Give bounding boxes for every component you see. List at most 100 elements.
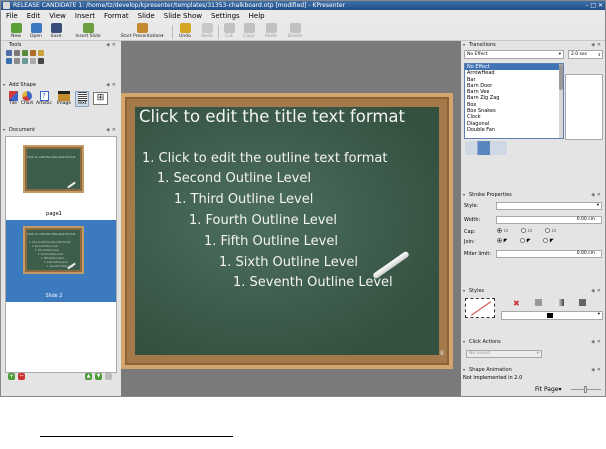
outline-level-7[interactable]: 1. Seventh Outline Level (233, 275, 393, 290)
collapse-icon[interactable]: ▾ (463, 191, 465, 199)
add-shape-docker-header[interactable]: ▾ Add Shape ◈ ✕ (3, 81, 118, 89)
shape-text[interactable]: Text (75, 91, 89, 107)
redo-button[interactable]: Redo (198, 23, 216, 39)
shape-animation-header[interactable]: ▾ Shape Animation ◈ ✕ (463, 366, 603, 374)
line-tool-icon[interactable] (14, 50, 20, 56)
stroke-style-select[interactable]: ▾ (496, 202, 602, 210)
collapse-icon[interactable]: ▾ (463, 338, 465, 346)
zoom-tool-icon[interactable] (22, 58, 28, 64)
window-controls[interactable]: – □ ✕ (585, 1, 603, 10)
tools-docker-header[interactable]: Tools ◈ ✕ (3, 41, 118, 49)
slide-canvas[interactable]: Click to edit the title text format 1. C… (121, 93, 453, 369)
solid-fill-icon[interactable] (535, 299, 542, 306)
shape-artistic[interactable]: ? Artistic (35, 91, 53, 106)
shape-tool-icon[interactable] (22, 50, 28, 56)
close-button[interactable]: ✕ (598, 2, 603, 9)
join-bevel-radio[interactable] (543, 238, 549, 243)
outline-level-6[interactable]: 1. Sixth Outline Level (219, 255, 358, 270)
collapse-icon[interactable]: ▾ (463, 287, 465, 295)
menu-edit[interactable]: Edit (22, 10, 45, 22)
save-button[interactable]: Save (47, 23, 65, 39)
transitions-docker-header[interactable]: ▾ Transitions ◈ ✕ (463, 41, 603, 49)
docker-close-icon[interactable]: ◈ ✕ (591, 338, 601, 346)
slide-thumbnail-1[interactable]: Click to edit the title text format page… (6, 137, 116, 220)
click-actions-header[interactable]: ▾ Click Actions ◈ ✕ (463, 338, 603, 346)
pattern-fill-icon[interactable] (579, 299, 586, 306)
menu-view[interactable]: View (44, 10, 70, 22)
spin-arrows-icon[interactable]: ⇕ (598, 51, 601, 59)
slide-canvas-area[interactable]: Click to edit the title text format 1. C… (121, 41, 461, 396)
docker-close-icon[interactable]: ◈ ✕ (106, 41, 116, 49)
sound-select[interactable]: No sound ▾ (466, 350, 542, 358)
zoom-slider-handle[interactable] (584, 386, 587, 393)
outline-level-3[interactable]: 1. Third Outline Level (174, 192, 313, 207)
pattern-tool-icon[interactable] (14, 58, 20, 64)
join-round-radio[interactable] (520, 238, 526, 243)
shape-image[interactable]: Image (55, 91, 73, 106)
stroke-fill-preview[interactable] (465, 298, 495, 318)
effect-option[interactable]: Double Fan (465, 127, 563, 133)
open-button[interactable]: Open (27, 23, 45, 39)
collapse-icon[interactable]: ▾ (3, 126, 5, 134)
outline-level-1[interactable]: 1. Click to edit the outline text format (142, 151, 387, 166)
insert-slide-button[interactable]: Insert Slide (71, 23, 105, 39)
copy-button[interactable]: Copy (240, 23, 258, 39)
styles-docker-header[interactable]: ▾ Styles ◈ ✕ (463, 287, 603, 295)
cut-button[interactable]: Cut (221, 23, 237, 39)
view-mode-icon[interactable] (105, 373, 112, 380)
maximize-button[interactable]: □ (590, 2, 596, 9)
document-docker-header[interactable]: ▾ Document ◈ ✕ (3, 126, 118, 134)
connector-tool-icon[interactable] (38, 50, 44, 56)
stroke-properties-header[interactable]: ▾ Stroke Properties ◈ ✕ (463, 191, 603, 199)
docker-close-icon[interactable]: ◈ ✕ (106, 81, 116, 89)
collapse-icon[interactable]: ▾ (463, 41, 465, 49)
docker-close-icon[interactable]: ◈ ✕ (591, 41, 601, 49)
cap-round-radio[interactable] (521, 228, 527, 233)
minimize-button[interactable]: – (585, 2, 588, 9)
shape-chart[interactable]: Chart (19, 91, 35, 106)
docker-close-icon[interactable]: ◈ ✕ (591, 287, 601, 295)
menu-slide-show[interactable]: Slide Show (159, 10, 206, 22)
join-miter-radio[interactable] (497, 238, 502, 243)
transition-effect-list[interactable]: No Effect ArrowHead Bar Barn Door Barn V… (464, 63, 564, 139)
zoom-select[interactable]: Fit Page▾ (535, 386, 561, 393)
docker-close-icon[interactable]: ◈ ✕ (591, 366, 601, 374)
outline-level-4[interactable]: 1. Fourth Outline Level (189, 213, 337, 228)
collapse-icon[interactable]: ▾ (3, 81, 5, 89)
text-tool-icon[interactable] (30, 50, 36, 56)
cap-flat-radio[interactable] (497, 228, 502, 233)
cap-square-radio[interactable] (545, 228, 551, 233)
outline-level-5[interactable]: 1. Fifth Outline Level (204, 234, 338, 249)
gradient-fill-icon[interactable] (557, 299, 564, 306)
add-slide-icon[interactable]: + (8, 373, 15, 380)
move-down-icon[interactable]: ▼ (95, 373, 102, 380)
undo-button[interactable]: Undo (176, 23, 194, 39)
shape-tile[interactable]: Tile (7, 91, 19, 106)
menu-help[interactable]: Help (244, 10, 269, 22)
menu-insert[interactable]: Insert (70, 10, 99, 22)
stroke-width-spinbox[interactable]: 0.00 cm (496, 216, 602, 224)
slide-title[interactable]: Click to edit the title text format (139, 107, 405, 126)
miter-limit-spinbox[interactable]: 0.00 cm (496, 250, 602, 258)
start-presentation-button[interactable]: Start Presentation▾ (113, 23, 171, 39)
formula-shape-icon[interactable]: ⊞ (93, 92, 108, 105)
docker-close-icon[interactable]: ◈ ✕ (591, 191, 601, 199)
menu-settings[interactable]: Settings (206, 10, 244, 22)
film-tool-icon[interactable] (38, 58, 44, 64)
slide-thumbnail-2[interactable]: Click to edit the title text format 1. C… (6, 220, 116, 302)
remove-slide-icon[interactable]: − (18, 373, 25, 380)
move-up-icon[interactable]: ▲ (85, 373, 92, 380)
list-scrollbar[interactable] (559, 64, 563, 138)
pen-tool-icon[interactable] (6, 58, 12, 64)
transition-effect-select[interactable]: No Effect ▾ (464, 50, 564, 59)
color-select[interactable]: ▾ (501, 311, 603, 320)
collapse-icon[interactable]: ▾ (463, 366, 465, 374)
menu-file[interactable]: File (1, 10, 22, 22)
menu-format[interactable]: Format (99, 10, 133, 22)
new-button[interactable]: New (7, 23, 25, 39)
transition-duration-spinbox[interactable]: 2.0 sec ⇕ (568, 50, 603, 59)
gradient-tool-icon[interactable] (30, 58, 36, 64)
select-tool-icon[interactable] (6, 50, 12, 56)
outline-level-2[interactable]: 1. Second Outline Level (157, 171, 311, 186)
menu-slide[interactable]: Slide (133, 10, 159, 22)
